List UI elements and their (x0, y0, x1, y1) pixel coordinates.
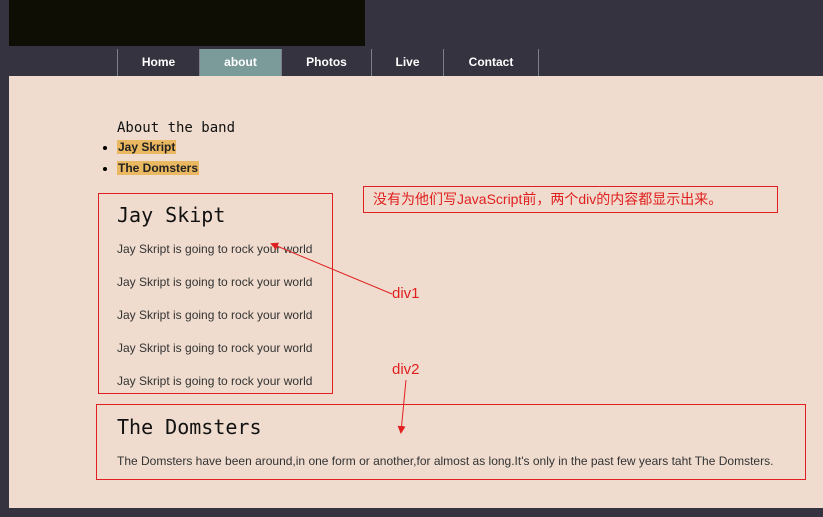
list-item: The Domsters (117, 160, 200, 181)
navigation-bar: Home about Photos Live Contact (9, 46, 823, 76)
nav-item-home[interactable]: Home (118, 49, 200, 76)
div1-line: Jay Skript is going to rock your world (117, 242, 313, 256)
main-content: About the band Jay Skript The Domsters J… (9, 76, 823, 508)
list-item: Jay Skript (117, 139, 199, 160)
div2-title: The Domsters (117, 415, 262, 439)
div1-line: Jay Skript is going to rock your world (117, 374, 313, 388)
div1-line: Jay Skript is going to rock your world (117, 341, 313, 355)
nav-item-live[interactable]: Live (372, 49, 444, 76)
div2-text: The Domsters have been around,in one for… (117, 454, 774, 468)
nav-item-contact[interactable]: Contact (444, 49, 539, 76)
nav-item-photos[interactable]: Photos (282, 49, 372, 76)
header-banner (9, 0, 365, 46)
div2-annotation-label: div2 (392, 361, 420, 378)
nav-menu: Home about Photos Live Contact (117, 49, 539, 76)
band-list: Jay Skript The Domsters (99, 139, 200, 181)
band-link-the-domsters[interactable]: The Domsters (117, 161, 200, 175)
div1-line: Jay Skript is going to rock your world (117, 275, 313, 289)
div1-line: Jay Skript is going to rock your world (117, 308, 313, 322)
annotation-note: 没有为他们写JavaScript前，两个div的内容都显示出来。 (363, 186, 778, 213)
div1-title: Jay Skipt (117, 203, 226, 227)
nav-item-about[interactable]: about (200, 49, 282, 76)
div1-annotation-label: div1 (392, 285, 420, 302)
band-link-jay-skript[interactable]: Jay Skript (117, 140, 177, 154)
about-heading: About the band (117, 120, 236, 136)
bottom-strip (0, 508, 823, 517)
